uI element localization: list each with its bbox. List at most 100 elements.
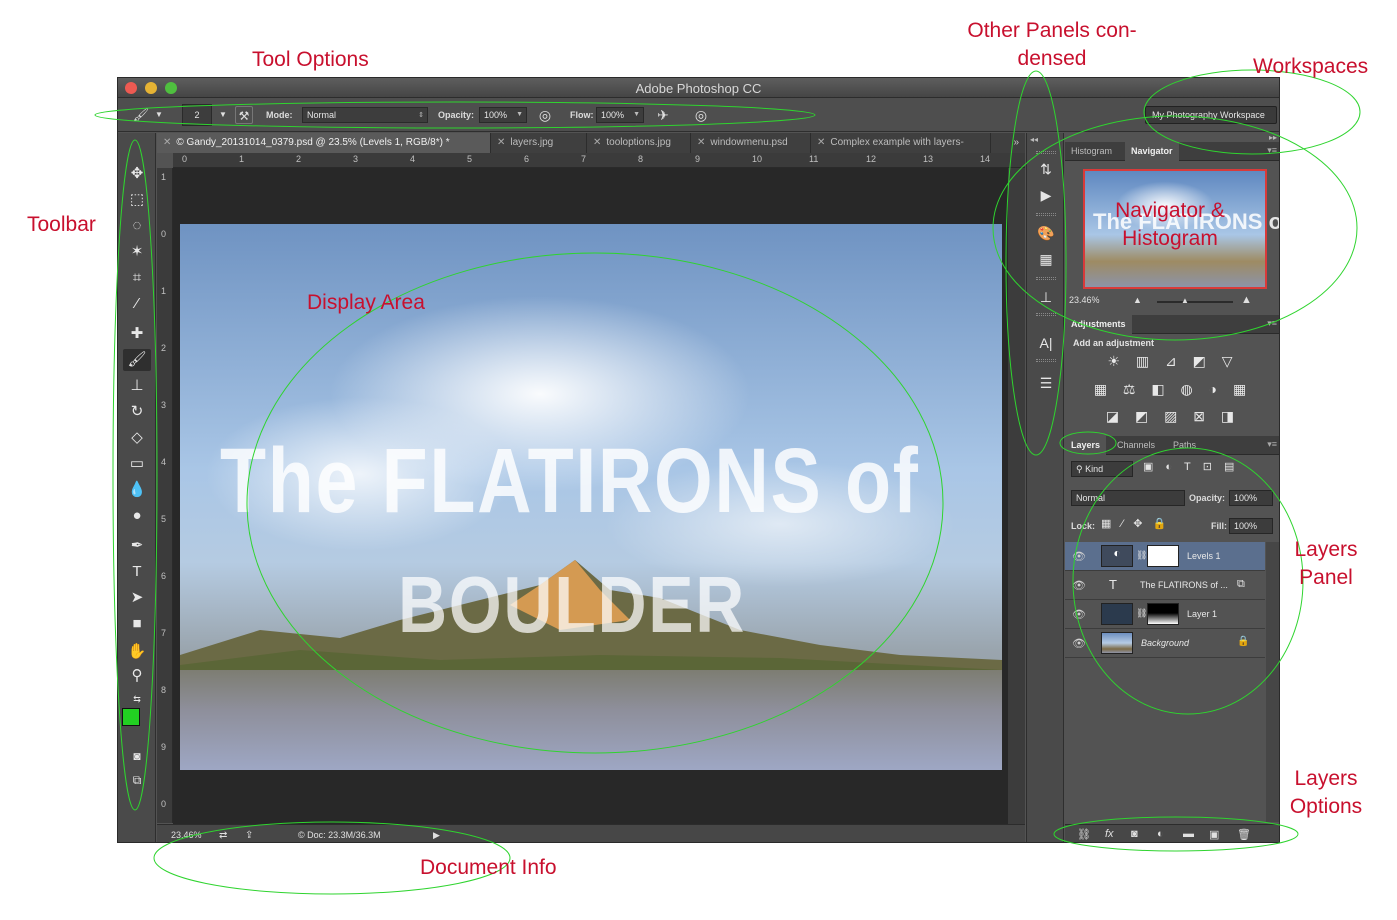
more-tabs-icon[interactable]: » xyxy=(1013,137,1019,148)
layer-style-fx-icon[interactable]: fx xyxy=(1105,828,1114,840)
add-mask-icon[interactable]: ◙ xyxy=(1131,828,1138,840)
gradient-tool-icon[interactable]: ▭ xyxy=(123,453,151,475)
display-area[interactable]: The FLATIRONS of BOULDER xyxy=(173,168,1025,824)
visibility-eye-icon[interactable]: 👁 xyxy=(1072,608,1086,621)
close-tab-icon[interactable]: ✕ xyxy=(497,137,505,148)
eraser-tool-icon[interactable]: ◇ xyxy=(123,427,151,449)
blur-tool-icon[interactable]: 💧 xyxy=(123,479,151,501)
panel-menu-icon[interactable]: ▾≡ xyxy=(1267,318,1277,329)
tab-document[interactable]: ✕ layers.jpg xyxy=(491,133,587,153)
type-tool-icon[interactable]: T xyxy=(123,561,151,583)
history-panel-icon[interactable]: ⇅ xyxy=(1035,159,1057,179)
layer-mask-thumbnail[interactable] xyxy=(1147,603,1179,625)
document-info-toggle-icon[interactable]: ⇄ xyxy=(219,830,227,841)
tab-paths[interactable]: Paths xyxy=(1167,436,1202,455)
zoom-slider-handle-icon[interactable]: ▲ xyxy=(1181,296,1189,305)
new-adjustment-layer-icon[interactable]: ◐ xyxy=(1157,828,1164,840)
dodge-tool-icon[interactable]: ● xyxy=(123,505,151,527)
quick-mask-icon[interactable]: ◙ xyxy=(123,745,151,767)
tab-document-active[interactable]: ✕ © Gandy_20131014_0379.psd @ 23.5% (Leve… xyxy=(157,133,491,153)
close-tab-icon[interactable]: ✕ xyxy=(163,137,171,148)
tab-layers[interactable]: Layers xyxy=(1065,436,1107,455)
layer-filter-icons[interactable]: ▣◐T⊡▤ xyxy=(1143,460,1246,473)
pressure-opacity-icon[interactable]: ◎ xyxy=(536,106,554,124)
tab-document[interactable]: ✕ Complex example with layers- xyxy=(811,133,991,153)
layer-row-background[interactable]: 👁 Background 🔒 xyxy=(1065,629,1265,658)
clone-stamp-tool-icon[interactable]: ⊥ xyxy=(123,375,151,397)
visibility-eye-icon[interactable]: 👁 xyxy=(1072,637,1086,650)
dock-grip[interactable] xyxy=(1036,213,1056,216)
actions-panel-icon[interactable]: ▶ xyxy=(1035,185,1057,205)
zoom-slider-track[interactable] xyxy=(1157,301,1233,303)
tab-histogram[interactable]: Histogram xyxy=(1065,142,1118,161)
marquee-tool-icon[interactable]: ⬚ xyxy=(123,189,151,211)
swap-colors-icon[interactable]: ⇆ xyxy=(123,688,151,710)
zoom-out-icon[interactable]: ▲ xyxy=(1133,295,1142,305)
close-tab-icon[interactable]: ✕ xyxy=(593,137,601,148)
new-group-folder-icon[interactable]: ▬ xyxy=(1183,828,1194,840)
share-icon[interactable]: ⇪ xyxy=(245,830,253,841)
layer-row-layer1[interactable]: 👁 ⛓ Layer 1 xyxy=(1065,600,1265,629)
flow-input[interactable]: 100% ▼ xyxy=(596,107,644,123)
dock-grip[interactable] xyxy=(1036,313,1056,316)
foreground-color-swatch[interactable] xyxy=(122,708,140,726)
opacity-input[interactable]: 100% ▼ xyxy=(479,107,527,123)
close-tab-icon[interactable]: ✕ xyxy=(697,137,705,148)
path-selection-tool-icon[interactable]: ➤ xyxy=(123,587,151,609)
link-layers-icon[interactable]: ⛓ xyxy=(1077,828,1091,841)
dock-grip[interactable] xyxy=(1036,359,1056,362)
visibility-eye-icon[interactable]: 👁 xyxy=(1072,579,1086,592)
dock-grip[interactable] xyxy=(1036,151,1056,154)
layers-opacity-input[interactable]: 100% xyxy=(1229,490,1273,506)
lasso-tool-icon[interactable]: ◌ xyxy=(123,215,151,237)
move-tool-icon[interactable]: ✥ xyxy=(123,163,151,185)
navigator-zoom-value[interactable]: 23.46% xyxy=(1069,295,1100,305)
character-panel-icon[interactable]: A| xyxy=(1035,333,1057,353)
zoom-tool-icon[interactable]: ⚲ xyxy=(123,665,151,687)
panel-menu-icon[interactable]: ▾≡ xyxy=(1267,145,1277,156)
hand-tool-icon[interactable]: ✋ xyxy=(123,641,151,663)
rectangle-tool-icon[interactable]: ■ xyxy=(123,613,151,635)
pen-tool-icon[interactable]: ✒ xyxy=(123,535,151,557)
history-brush-tool-icon[interactable]: ↻ xyxy=(123,401,151,423)
notes-panel-icon[interactable]: ☰ xyxy=(1035,373,1057,393)
collapse-panels-icon[interactable]: ▸▸ xyxy=(1269,133,1277,142)
info-menu-arrow-icon[interactable]: ▶ xyxy=(433,830,440,841)
pressure-size-icon[interactable]: ◎ xyxy=(692,106,710,124)
blend-mode-select[interactable]: Normal xyxy=(1071,490,1185,506)
adjustments-row-1[interactable]: ☀ ▥ ⊿ ◩ ▽ xyxy=(1065,353,1279,373)
delete-layer-trash-icon[interactable]: 🗑 xyxy=(1237,828,1251,841)
tab-document[interactable]: ✕ tooloptions.jpg xyxy=(587,133,691,153)
layer-row-text[interactable]: 👁 T The FLATIRONS of ... ⧉ xyxy=(1065,571,1265,600)
panel-menu-icon[interactable]: ▾≡ xyxy=(1267,439,1277,450)
grid-panel-icon[interactable]: ▦ xyxy=(1035,249,1057,269)
brush-tool-icon[interactable]: 🖌 xyxy=(123,349,151,371)
zoom-in-icon[interactable]: ▲ xyxy=(1241,294,1252,306)
tab-adjustments[interactable]: Adjustments xyxy=(1065,315,1132,334)
airbrush-icon[interactable]: ✈ xyxy=(654,106,672,124)
crop-tool-icon[interactable]: ⌗ xyxy=(123,267,151,289)
tab-document[interactable]: ✕ windowmenu.psd xyxy=(691,133,811,153)
brush-panel-toggle-icon[interactable]: ⚒ xyxy=(235,106,253,124)
lock-options-icons[interactable]: ▦⁄✥🔒 xyxy=(1101,517,1176,530)
tab-navigator[interactable]: Navigator xyxy=(1125,142,1179,161)
mode-select[interactable]: Normal ⇕ xyxy=(302,107,428,123)
zoom-level[interactable]: 23.46% xyxy=(171,830,202,840)
eyedropper-tool-icon[interactable]: ⁄ xyxy=(123,293,151,315)
workspace-switcher[interactable]: My Photography Workspace xyxy=(1145,106,1277,124)
magic-wand-tool-icon[interactable]: ✶ xyxy=(123,241,151,263)
brush-picker-chevron-down-icon[interactable]: ▼ xyxy=(214,106,232,124)
fill-input[interactable]: 100% xyxy=(1229,518,1273,534)
brush-size-picker[interactable]: 2 xyxy=(182,104,212,126)
collapse-dock-icon[interactable]: ◂◂ xyxy=(1030,135,1038,144)
dock-grip[interactable] xyxy=(1036,277,1056,280)
new-layer-icon[interactable]: ▣ xyxy=(1209,828,1219,841)
swatches-panel-icon[interactable]: 🎨 xyxy=(1035,223,1057,243)
layer-mask-thumbnail[interactable] xyxy=(1147,545,1179,567)
adjustments-row-2[interactable]: ▦ ⚖ ◧ ◍ ◑ ▦ xyxy=(1065,381,1279,401)
layer-row-levels[interactable]: 👁 ◐ ⛓ Levels 1 xyxy=(1065,542,1265,571)
brush-tool-icon[interactable]: 🖌 xyxy=(132,106,150,124)
document-image[interactable]: The FLATIRONS of BOULDER xyxy=(180,224,1002,770)
vertical-scrollbar[interactable] xyxy=(1008,168,1025,824)
tool-preset-chevron-down-icon[interactable]: ▼ xyxy=(150,106,168,124)
